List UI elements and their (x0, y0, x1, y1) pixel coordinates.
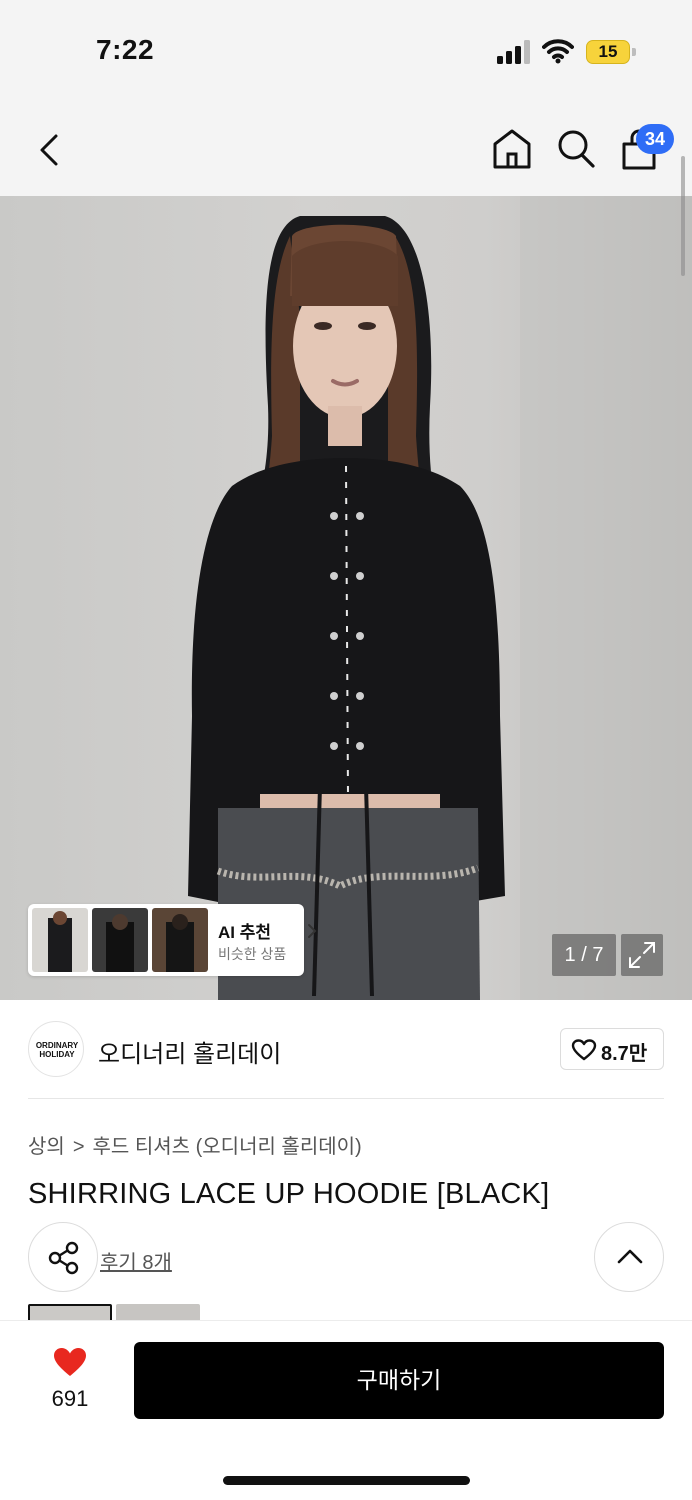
product-photo (188, 196, 692, 1000)
share-button[interactable] (28, 1222, 98, 1292)
expand-image-button[interactable] (621, 934, 663, 976)
breadcrumb-item[interactable]: 상의 (28, 1136, 65, 1158)
status-bar: 7:22 15 (0, 0, 692, 100)
ai-recommendation-title: AI 추천 (218, 923, 272, 942)
variant-strip (0, 1304, 692, 1320)
variant-thumbnail[interactable] (116, 1304, 200, 1320)
breadcrumb-item[interactable]: 후드 티셔츠 (오디너리 홀리데이) (93, 1136, 362, 1158)
chevron-left-icon[interactable] (30, 128, 70, 172)
heart-outline-icon (571, 1039, 597, 1061)
breadcrumb: 상의 > 후드 티셔츠 (오디너리 홀리데이) (28, 1130, 362, 1159)
chevron-right-icon (308, 924, 317, 938)
brand-like-count: 8.7만 (601, 1043, 648, 1065)
review-link[interactable]: 후기 8개 (100, 1246, 172, 1275)
wish-count: 691 (51, 1386, 89, 1411)
image-counter: 1 / 7 (552, 934, 616, 976)
battery-indicator: 15 (586, 40, 636, 64)
battery-cap (632, 48, 636, 56)
section-divider (28, 1098, 664, 1099)
scroll-indicator (681, 156, 685, 276)
battery-level: 15 (598, 42, 618, 61)
expand-icon (629, 942, 655, 968)
top-nav-bar (0, 100, 692, 196)
variant-thumbnail[interactable] (28, 1304, 112, 1320)
brand-logo-line2: HOLIDAY (39, 1050, 75, 1059)
product-image[interactable] (0, 196, 692, 1000)
status-time: 7:22 (96, 34, 155, 65)
search-icon[interactable] (556, 128, 596, 170)
breadcrumb-separator: > (72, 1136, 85, 1158)
chevron-up-icon (617, 1249, 643, 1264)
brand-logo-line1: ORDINARY (35, 1041, 79, 1050)
home-indicator (223, 1476, 470, 1485)
cellular-signal-icon (497, 40, 530, 64)
cart-count-badge: 34 (636, 124, 674, 154)
heart-filled-icon[interactable] (52, 1346, 88, 1378)
ai-thumbnail-3 (152, 908, 208, 972)
ai-thumbnail-2 (92, 908, 148, 972)
home-icon[interactable] (490, 126, 534, 172)
buy-button[interactable]: 구매하기 (134, 1342, 664, 1419)
share-icon (48, 1241, 79, 1275)
ai-thumbnail-1 (32, 908, 88, 972)
brand-like-button[interactable]: 8.7만 (560, 1028, 664, 1070)
ai-recommendation-card[interactable]: AI 추천 비슷한 상품 (28, 904, 317, 976)
scroll-top-button[interactable] (594, 1222, 664, 1292)
brand-name[interactable]: 오디너리 홀리데이 (98, 1034, 281, 1069)
brand-logo[interactable]: ORDINARY HOLIDAY (28, 1021, 84, 1077)
product-title: SHIRRING LACE UP HOODIE [BLACK] (28, 1178, 550, 1210)
wifi-icon (542, 39, 574, 64)
ai-recommendation-subtitle: 비슷한 상품 (218, 946, 287, 962)
brand-logo-text: ORDINARY HOLIDAY (29, 1041, 85, 1059)
